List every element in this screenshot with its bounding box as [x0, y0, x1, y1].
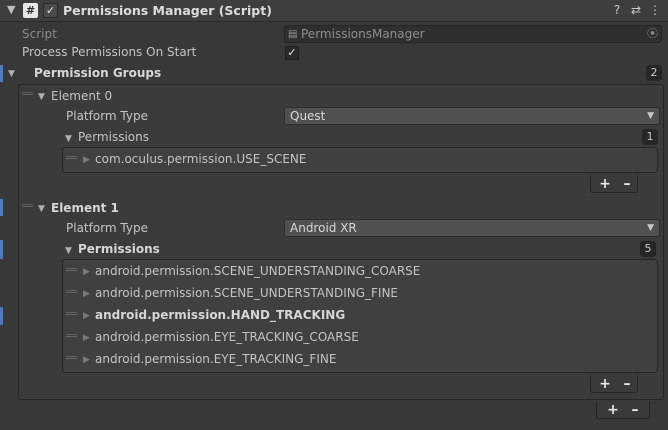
drag-handle-icon[interactable]: ══ [22, 89, 33, 100]
element-1-permissions-count[interactable]: 5 [640, 241, 656, 257]
help-icon[interactable]: ? [609, 3, 625, 18]
element-1-permissions-fold-icon[interactable]: ▼ [65, 246, 72, 256]
permission-groups-count[interactable]: 2 [646, 65, 662, 81]
drag-handle-icon[interactable]: ══ [66, 331, 77, 342]
expand-triangle-icon[interactable]: ▶ [83, 289, 90, 299]
script-label: Script [22, 27, 57, 41]
collapse-triangle-icon[interactable]: ▼ [7, 3, 15, 16]
add-button[interactable]: + [605, 401, 621, 419]
object-picker-icon[interactable]: ⦿ [647, 26, 658, 42]
drag-handle-icon[interactable]: ══ [66, 153, 77, 164]
script-icon: # [23, 3, 38, 18]
expand-triangle-icon[interactable]: ▶ [83, 311, 90, 321]
expand-triangle-icon[interactable]: ▶ [83, 267, 90, 277]
permission-groups-label: Permission Groups [34, 66, 162, 80]
expand-triangle-icon[interactable]: ▶ [83, 155, 90, 165]
element-1-platform-type-dropdown[interactable]: Android XR ▼ [284, 219, 660, 237]
permission-item[interactable]: com.oculus.permission.USE_SCENE [95, 152, 306, 166]
permission-item[interactable]: android.permission.EYE_TRACKING_COARSE [95, 330, 359, 344]
element-0-platform-type-dropdown[interactable]: Quest ▼ [284, 107, 660, 125]
chevron-down-icon: ▼ [647, 111, 654, 121]
remove-button[interactable]: – [619, 375, 635, 393]
element-0-permissions-label: Permissions [78, 130, 149, 144]
modified-indicator-bar [0, 65, 3, 82]
process-on-start-label: Process Permissions On Start [22, 45, 197, 59]
element-1-label: Element 1 [51, 201, 119, 215]
permission-item[interactable]: android.permission.SCENE_UNDERSTANDING_C… [95, 264, 420, 278]
element-0-add-remove-buttons: + – [590, 175, 638, 193]
script-value: PermissionsManager [301, 27, 425, 41]
permission-groups-fold-icon[interactable]: ▼ [8, 69, 15, 79]
expand-triangle-icon[interactable]: ▶ [83, 333, 90, 343]
element-0-platform-type-label: Platform Type [66, 109, 148, 123]
element-1-platform-type-value: Android XR [290, 221, 357, 235]
permission-item[interactable]: android.permission.EYE_TRACKING_FINE [95, 352, 336, 366]
script-file-icon: ▤ [288, 29, 298, 40]
element-1-add-remove-buttons: + – [590, 375, 638, 393]
script-object-field[interactable]: ▤ PermissionsManager ⦿ [284, 25, 662, 43]
component-title: Permissions Manager (Script) [63, 3, 272, 18]
expand-triangle-icon[interactable]: ▶ [83, 355, 90, 365]
element-1-permissions-label: Permissions [78, 242, 160, 256]
drag-handle-icon[interactable]: ══ [66, 353, 77, 364]
element-1-fold-icon[interactable]: ▼ [38, 204, 45, 214]
component-enabled-checkbox[interactable]: ✓ [43, 3, 58, 18]
modified-indicator-bar [0, 199, 3, 216]
element-0-fold-icon[interactable]: ▼ [38, 92, 45, 102]
element-0-platform-type-value: Quest [290, 109, 326, 123]
element-0-permissions-count[interactable]: 1 [642, 129, 658, 145]
preset-icon[interactable]: ⇄ [628, 3, 644, 18]
chevron-down-icon: ▼ [647, 223, 654, 233]
drag-handle-icon[interactable]: ══ [66, 265, 77, 276]
process-on-start-checkbox[interactable]: ✓ [285, 46, 299, 60]
remove-button[interactable]: – [627, 401, 643, 419]
drag-handle-icon[interactable]: ══ [22, 201, 33, 212]
modified-indicator-bar [0, 307, 3, 325]
permission-groups-add-remove-buttons: + – [596, 401, 650, 419]
remove-button[interactable]: – [619, 175, 635, 193]
add-button[interactable]: + [597, 175, 613, 193]
context-menu-icon[interactable]: ⋮ [647, 3, 663, 18]
permission-item[interactable]: android.permission.HAND_TRACKING [95, 308, 345, 322]
component-header: ▼ # ✓ Permissions Manager (Script) ? ⇄ ⋮ [0, 0, 668, 22]
element-0-label: Element 0 [51, 89, 113, 103]
drag-handle-icon[interactable]: ══ [66, 287, 77, 298]
permission-item[interactable]: android.permission.SCENE_UNDERSTANDING_F… [95, 286, 398, 300]
drag-handle-icon[interactable]: ══ [66, 309, 77, 320]
element-1-platform-type-label: Platform Type [66, 221, 148, 235]
element-0-permissions-fold-icon[interactable]: ▼ [65, 134, 72, 144]
add-button[interactable]: + [597, 375, 613, 393]
modified-indicator-bar [0, 240, 3, 259]
